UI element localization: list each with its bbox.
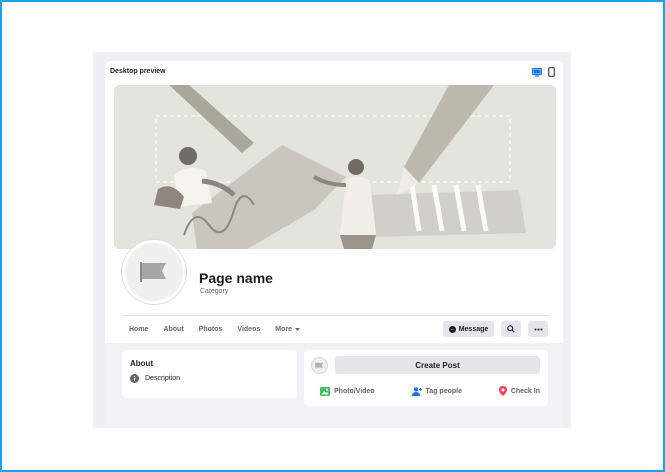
message-button[interactable]: Message [443,321,494,337]
device-toggle [532,67,555,77]
cover-photo [114,85,556,249]
about-description: Description [145,375,181,382]
ellipsis-icon [534,328,542,330]
more-options-button[interactable] [528,321,548,337]
nav-tab-videos[interactable]: Videos [237,326,260,333]
nav-tab-more[interactable]: More [275,326,300,333]
page-category: Category [200,288,229,295]
page-header-card: Page name Category Home About Photos Vid… [105,85,563,343]
tag-people-icon [411,386,422,396]
message-label: Message [458,325,489,333]
mobile-icon[interactable] [548,67,555,77]
page-name: Page name [199,270,273,286]
flag-icon [140,262,166,282]
page-nav: Home About Photos Videos More [129,326,315,333]
search-button[interactable] [501,321,521,337]
tag-people-button[interactable]: Tag people [411,386,462,396]
caret-down-icon [294,327,300,331]
desktop-preview-panel: Desktop preview Page name Category Home … [105,61,563,428]
nav-tab-photos[interactable]: Photos [199,326,223,333]
composer-actions: Photo/Video Tag people Check In [320,386,540,396]
page-avatar[interactable] [122,240,186,304]
desktop-icon[interactable] [532,67,542,77]
messenger-icon [448,325,456,333]
composer-avatar [311,357,328,374]
page-actions: Message [443,321,548,337]
check-in-button[interactable]: Check In [498,386,540,396]
about-title: About [130,359,154,368]
preview-title: Desktop preview [110,68,166,75]
nav-tab-home[interactable]: Home [129,326,148,333]
check-in-label: Check In [510,387,540,395]
photo-video-button[interactable]: Photo/Video [320,386,375,396]
info-icon [130,374,139,383]
location-pin-icon [498,386,507,396]
about-description-row: Description [130,374,180,383]
nav-divider [123,315,549,316]
nav-more-label: More [275,326,292,333]
flag-icon [315,362,324,369]
search-icon [507,325,515,333]
create-post-button[interactable]: Create Post [335,356,540,374]
about-card: About Description [122,350,297,398]
cover-illustration [114,85,556,249]
tag-people-label: Tag people [425,387,462,395]
create-post-card: Create Post Photo/Video Tag people Check… [304,350,548,406]
preview-header: Desktop preview [105,61,563,85]
photo-icon [320,386,330,396]
photo-video-label: Photo/Video [334,387,375,395]
nav-tab-about[interactable]: About [163,326,183,333]
